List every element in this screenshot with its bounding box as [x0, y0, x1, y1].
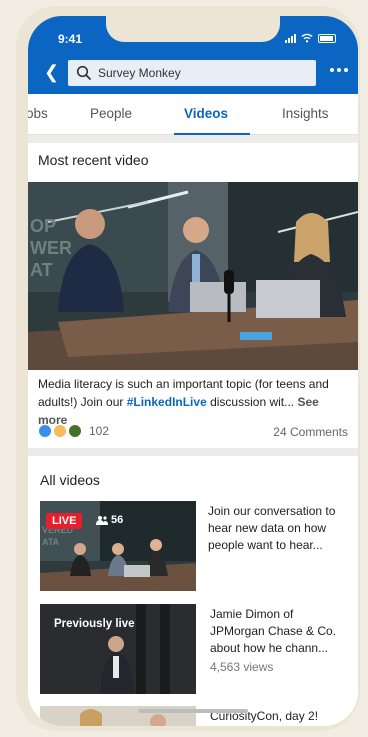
tab-videos[interactable]: Videos — [184, 106, 228, 121]
section-divider — [28, 135, 358, 143]
viewers-icon — [96, 516, 108, 525]
battery-icon — [318, 33, 336, 43]
live-badge: LIVE — [46, 513, 83, 529]
previously-live-label: Previously live — [54, 618, 135, 630]
most-recent-video-thumbnail[interactable]: OP WER AT — [28, 182, 358, 370]
svg-text:WER: WER — [30, 238, 72, 258]
live-video-thumbnail[interactable]: VERED ATA LIVE 56 — [40, 501, 196, 591]
svg-text:ATA: ATA — [42, 537, 60, 547]
live-video-title[interactable]: Join our conversation to hear new data o… — [208, 503, 348, 554]
signal-icon — [285, 33, 296, 43]
all-videos-title: All videos — [40, 472, 100, 488]
like-reaction-icon — [38, 424, 52, 438]
comments-count[interactable]: 24 Comments — [273, 425, 348, 439]
section-divider — [28, 448, 358, 456]
back-arrow-icon[interactable]: ❮ — [44, 62, 59, 83]
tab-insights[interactable]: Insights — [282, 106, 329, 121]
insightful-reaction-icon — [53, 424, 67, 438]
video-scene: OP WER AT — [28, 182, 358, 370]
video-title-text: Jamie Dimon of JPMorgan Chase & Co. abou… — [210, 607, 337, 655]
tab-people[interactable]: People — [90, 106, 132, 121]
previous-live-video-thumbnail[interactable]: Previously live — [40, 604, 196, 694]
search-value: Survey Monkey — [98, 66, 181, 80]
app-screen: 9:41 ❮ Survey Monkey obs People Videos I… — [28, 16, 358, 726]
viewer-count-value: 56 — [111, 514, 124, 526]
celebrate-reaction-icon — [68, 424, 82, 438]
reaction-count: 102 — [89, 424, 110, 438]
phone-notch — [106, 16, 280, 42]
svg-text:AT: AT — [30, 260, 53, 280]
home-indicator[interactable] — [138, 709, 248, 713]
previous-live-video-title[interactable]: Jamie Dimon of JPMorgan Chase & Co. abou… — [210, 606, 350, 676]
tab-jobs[interactable]: obs — [28, 106, 48, 121]
caption-text-end: discussion wit... — [206, 395, 298, 409]
reactions-summary[interactable]: 102 — [38, 424, 109, 438]
search-input[interactable]: Survey Monkey — [68, 60, 316, 86]
wifi-icon — [301, 33, 313, 43]
search-icon — [76, 65, 92, 81]
most-recent-title: Most recent video — [38, 152, 149, 168]
hashtag-link[interactable]: #LinkedInLive — [127, 395, 207, 409]
status-time: 9:41 — [58, 32, 83, 46]
status-icons — [285, 32, 336, 44]
video-views: 4,563 views — [210, 660, 274, 674]
video-caption: Media literacy is such an important topi… — [38, 375, 350, 429]
viewer-count: 56 — [96, 514, 123, 526]
tab-bar: obs People Videos Insights — [28, 94, 358, 135]
svg-text:OP: OP — [30, 216, 56, 236]
more-options-icon[interactable] — [330, 68, 348, 72]
